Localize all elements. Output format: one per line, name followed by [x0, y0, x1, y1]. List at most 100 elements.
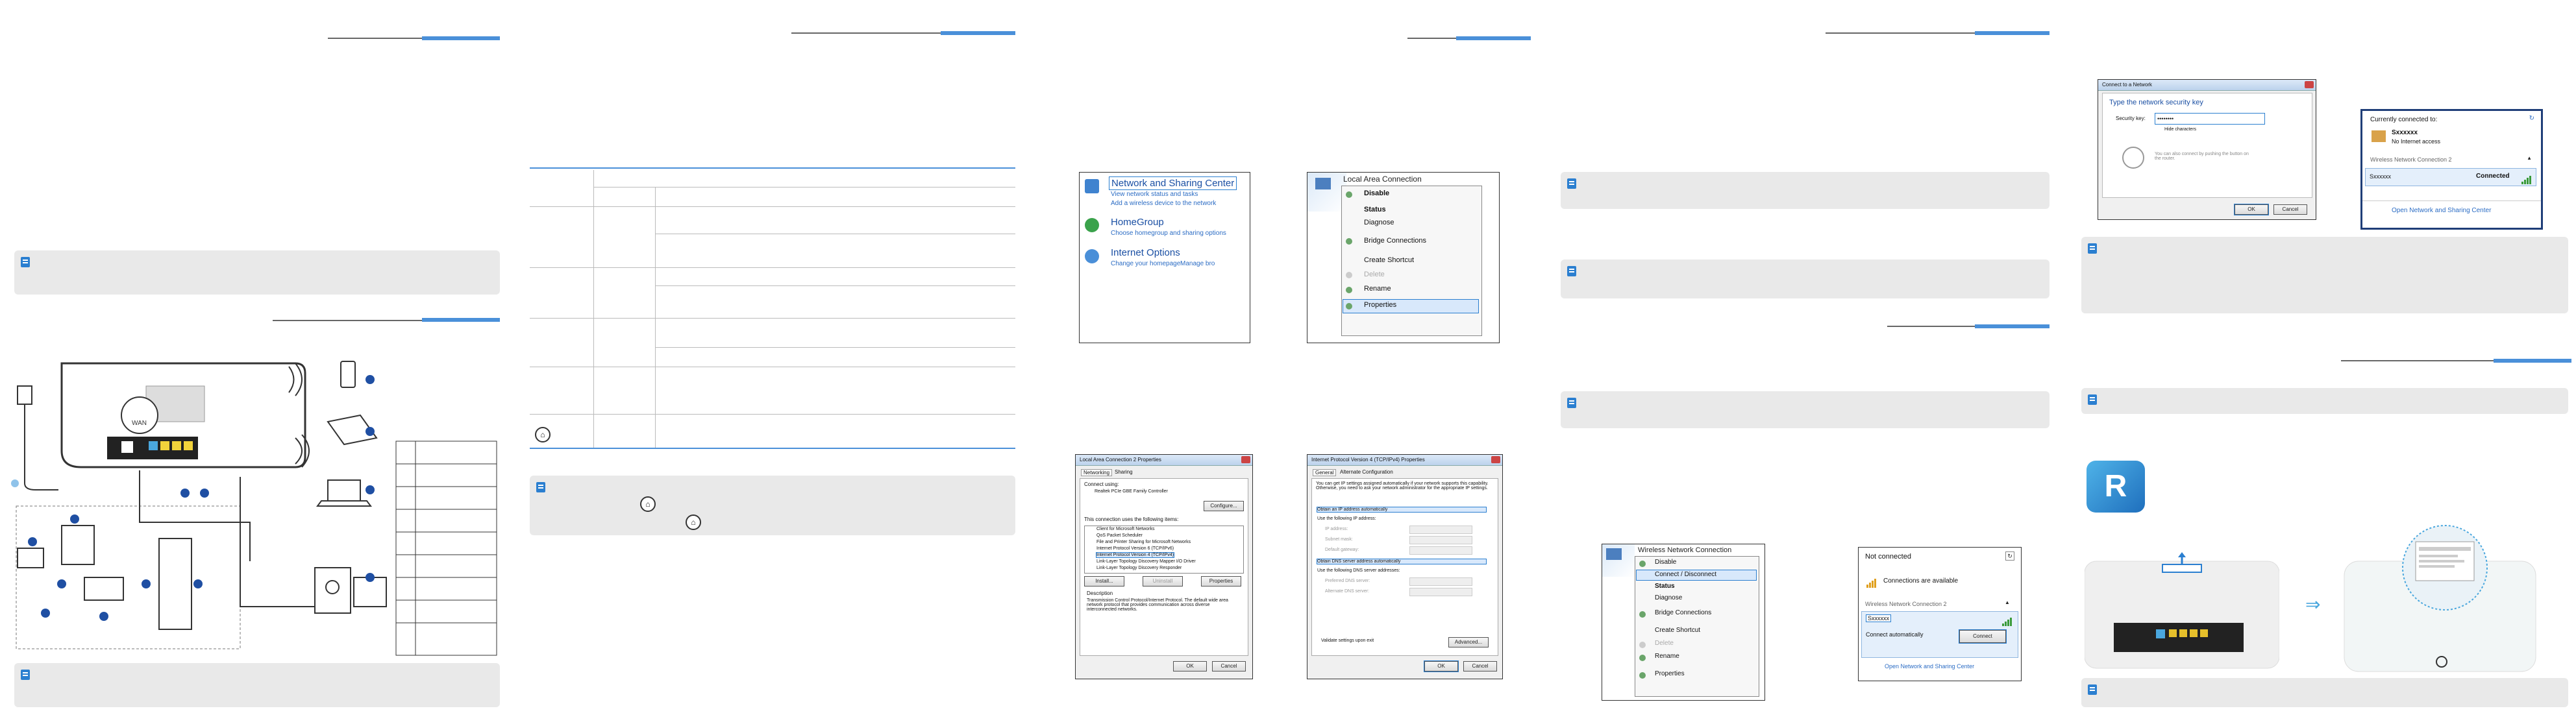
connect-using-label: Connect using:: [1084, 481, 1119, 487]
hide-characters-checkbox[interactable]: Hide characters: [2164, 127, 2196, 132]
alternate-dns-field[interactable]: [1409, 588, 1472, 596]
ok-button[interactable]: OK: [2234, 204, 2269, 215]
list-item-ipv4[interactable]: Internet Protocol Version 4 (TCP/IPv4): [1095, 552, 1175, 558]
gateway-field[interactable]: [1409, 546, 1472, 555]
internet-options-link[interactable]: Internet Options: [1111, 247, 1180, 258]
tab-general[interactable]: General: [1313, 469, 1337, 476]
note-icon: [1567, 266, 1576, 276]
close-icon[interactable]: [1241, 456, 1250, 463]
note-box: [2081, 388, 2568, 414]
preferred-dns-field[interactable]: [1409, 577, 1472, 586]
configure-button[interactable]: Configure...: [1204, 501, 1244, 511]
currently-connected-label: Currently connected to:: [2370, 116, 2438, 123]
network-status-icon: [2372, 130, 2386, 142]
tab-alternate[interactable]: Alternate Configuration: [1340, 469, 1393, 475]
obtain-dns-auto-radio[interactable]: Obtain DNS server address automatically: [1317, 559, 1487, 564]
list-item[interactable]: Link-Layer Topology Discovery Mapper I/O…: [1096, 559, 1196, 564]
connect-button[interactable]: Connect: [1959, 629, 2007, 644]
desktop-tower-icon: [314, 567, 351, 614]
list-item[interactable]: Internet Protocol Version 6 (TCP/IPv6): [1096, 546, 1174, 551]
menu-item-delete[interactable]: Delete: [1655, 640, 1674, 647]
properties-button[interactable]: Properties: [1201, 576, 1241, 587]
cancel-button[interactable]: Cancel: [1212, 661, 1246, 672]
description-label: Description: [1087, 590, 1113, 596]
network-adapter-icon: [1315, 178, 1331, 189]
advanced-button[interactable]: Advanced...: [1448, 637, 1489, 647]
ok-button[interactable]: OK: [1424, 660, 1459, 672]
smartphone-icon: [340, 361, 356, 388]
menu-item-delete[interactable]: Delete: [1364, 271, 1385, 278]
view-status-link[interactable]: View network status and tasks: [1111, 191, 1198, 198]
menu-item-create-shortcut[interactable]: Create Shortcut: [1655, 627, 1700, 634]
tab-networking[interactable]: Networking: [1081, 469, 1113, 476]
note-box: [2081, 237, 2568, 313]
menu-item-disable[interactable]: Disable: [1655, 559, 1676, 566]
menu-item-disable[interactable]: Disable: [1364, 189, 1389, 197]
note-icon: [21, 670, 30, 680]
router-label-photo: [2344, 525, 2536, 672]
menu-item-diagnose[interactable]: Diagnose: [1655, 594, 1682, 601]
open-network-center-link[interactable]: Open Network and Sharing Center: [1885, 663, 1974, 670]
cancel-button[interactable]: Cancel: [1463, 661, 1497, 672]
menu-item-rename[interactable]: Rename: [1364, 285, 1391, 293]
tab-sharing[interactable]: Sharing: [1115, 469, 1133, 475]
manage-browser-link[interactable]: Manage bro: [1180, 260, 1215, 267]
menu-item-rename[interactable]: Rename: [1655, 653, 1679, 660]
control-panel-screenshot: Network and Sharing Center View network …: [1079, 172, 1250, 343]
close-icon[interactable]: [2305, 81, 2314, 88]
cancel-button[interactable]: Cancel: [2273, 204, 2307, 215]
ok-button[interactable]: OK: [1173, 661, 1207, 672]
chevron-up-icon[interactable]: ▲: [2527, 155, 2532, 161]
list-item[interactable]: File and Printer Sharing for Microsoft N…: [1096, 540, 1191, 544]
svg-text:WAN: WAN: [132, 420, 147, 427]
adapter-group-label: Wireless Network Connection 2: [2370, 156, 2452, 163]
menu-item-properties[interactable]: Properties: [1364, 301, 1396, 309]
install-button[interactable]: Install...: [1084, 576, 1124, 587]
close-icon[interactable]: [1491, 456, 1500, 463]
uninstall-button[interactable]: Uninstall: [1143, 576, 1183, 587]
signal-icon: [2521, 173, 2532, 184]
menu-item-status[interactable]: Status: [1364, 206, 1386, 213]
refresh-icon[interactable]: ↻: [2529, 115, 2534, 122]
validate-checkbox[interactable]: Validate settings upon exit: [1321, 638, 1374, 643]
note-icon: [1567, 178, 1576, 189]
homegroup-icon: [1085, 218, 1099, 232]
connected-network-popup: Currently connected to: ↻ Sxxxxxx No Int…: [2360, 109, 2543, 230]
menu-item-status[interactable]: Status: [1655, 583, 1675, 590]
refresh-icon[interactable]: ↻: [2005, 551, 2014, 561]
description-text: Transmission Control Protocol/Internet P…: [1087, 598, 1228, 612]
menu-item-create-shortcut[interactable]: Create Shortcut: [1364, 256, 1414, 264]
connect-auto-checkbox[interactable]: Connect automatically: [1866, 631, 1924, 638]
wps-hint: You can also connect by pushing the butt…: [2155, 152, 2249, 161]
menu-item-properties[interactable]: Properties: [1655, 670, 1685, 677]
list-item[interactable]: Link-Layer Topology Discovery Responder: [1096, 566, 1182, 570]
use-dns-radio[interactable]: Use the following DNS server addresses:: [1317, 568, 1400, 573]
menu-item-bridge[interactable]: Bridge Connections: [1364, 237, 1426, 245]
network-item-selected[interactable]: Sxxxxxx Connect automatically Connect: [1861, 611, 2018, 658]
list-item[interactable]: Client for Microsoft Networks: [1096, 527, 1154, 531]
wifi-menu-title: Wireless Network Connection: [1638, 546, 1732, 554]
menu-item-diagnose[interactable]: Diagnose: [1364, 219, 1394, 226]
homegroup-link[interactable]: HomeGroup: [1111, 217, 1164, 228]
router-app-icon: R: [2087, 461, 2145, 513]
shield-icon: [1346, 303, 1352, 309]
menu-item-bridge[interactable]: Bridge Connections: [1655, 609, 1711, 616]
homegroup-options-link[interactable]: Choose homegroup and sharing options: [1111, 230, 1226, 237]
note-box: ⌂ ⌂: [530, 476, 1015, 535]
chevron-up-icon[interactable]: ▲: [2005, 599, 2010, 605]
obtain-ip-auto-radio[interactable]: Obtain an IP address automatically: [1317, 507, 1487, 513]
mask-field[interactable]: [1409, 536, 1472, 544]
security-key-input[interactable]: ••••••••: [2155, 113, 2265, 125]
list-item[interactable]: QoS Packet Scheduler: [1096, 533, 1143, 538]
lan-properties-dialog: Local Area Connection 2 Properties Netwo…: [1075, 454, 1253, 679]
network-item-connected[interactable]: Sxxxxxx Connected: [2365, 168, 2536, 186]
network-ssid: Sxxxxxx: [2370, 173, 2392, 180]
add-wireless-link[interactable]: Add a wireless device to the network: [1111, 200, 1216, 207]
open-network-center-link[interactable]: Open Network and Sharing Center: [2392, 207, 2491, 214]
change-homepage-link[interactable]: Change your homepage: [1111, 260, 1180, 267]
menu-item-connect-disconnect[interactable]: Connect / Disconnect: [1655, 571, 1716, 578]
header-accent: [941, 31, 1015, 35]
network-sharing-link[interactable]: Network and Sharing Center: [1109, 176, 1237, 190]
ip-field[interactable]: [1409, 526, 1472, 534]
use-ip-radio[interactable]: Use the following IP address:: [1317, 516, 1376, 521]
